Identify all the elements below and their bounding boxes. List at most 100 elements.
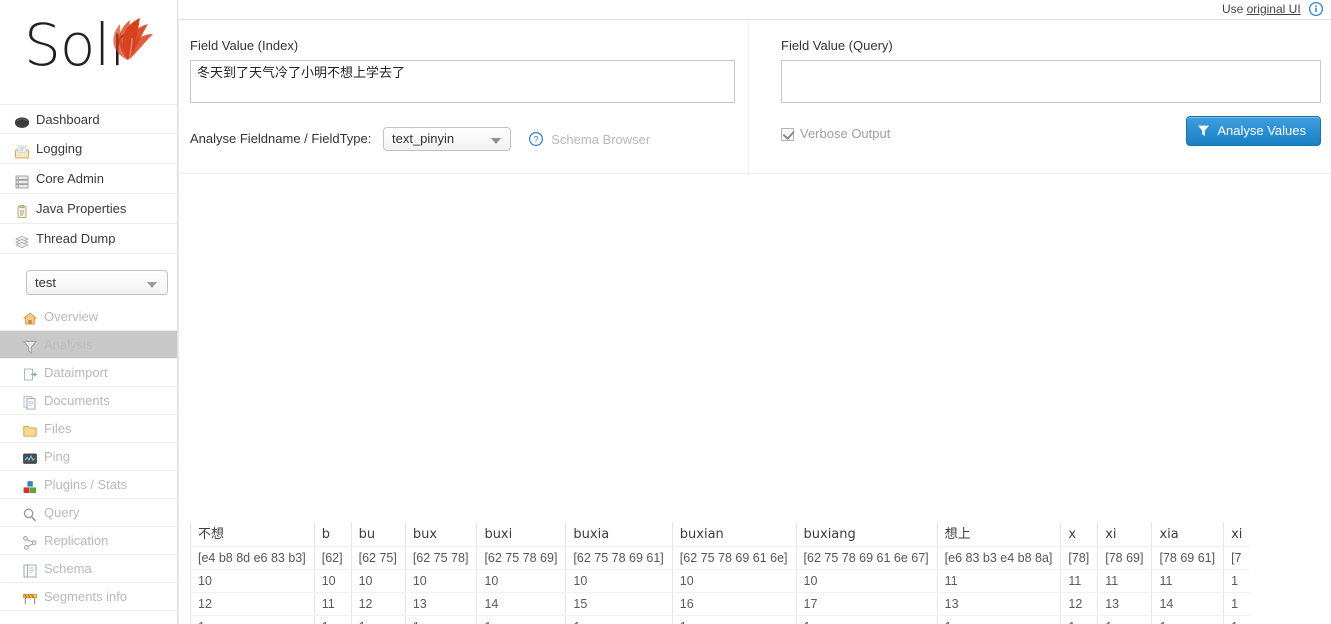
sidebar-item-query[interactable]: Query bbox=[0, 499, 177, 527]
table-row-token-start: 10 10 10 10 10 10 10 10 11 11 11 11 1 bbox=[190, 569, 1251, 593]
token-cell-hex: [7 bbox=[1223, 546, 1251, 570]
segments-info-icon bbox=[22, 589, 38, 605]
token-cell-text: xi bbox=[1223, 522, 1251, 547]
sidebar-item-overview[interactable]: Overview bbox=[0, 303, 177, 331]
sidebar-item-label: Plugins / Stats bbox=[44, 477, 128, 492]
sidebar-item-label: Replication bbox=[44, 533, 109, 548]
table-row-token-position: 1111111111111 bbox=[190, 615, 1251, 624]
sidebar-item-java-properties[interactable]: Java Properties bbox=[0, 194, 177, 224]
query-value-input[interactable] bbox=[781, 60, 1321, 103]
topbar: Use original UI bbox=[178, 0, 1331, 19]
sidebar-item-documents[interactable]: Documents bbox=[0, 387, 177, 415]
sidebar-item-replication[interactable]: Replication bbox=[0, 527, 177, 555]
chevron-down-icon bbox=[491, 138, 501, 144]
token-cell-end: 12 bbox=[350, 592, 406, 616]
verbose-output-toggle[interactable]: Verbose Output bbox=[781, 126, 890, 142]
sidebar-item-label: Documents bbox=[44, 393, 110, 408]
token-cell-hex: [62 75 78 69 61] bbox=[565, 546, 673, 570]
token-cell-start: 10 bbox=[313, 569, 352, 593]
token-cell-start: 10 bbox=[671, 569, 797, 593]
schema-browser-link[interactable]: Schema Browser bbox=[551, 132, 650, 147]
token-cell-start: 11 bbox=[936, 569, 1061, 593]
token-cell-start: 11 bbox=[1097, 569, 1152, 593]
original-ui-link[interactable]: original UI bbox=[1247, 2, 1301, 16]
core-selector-value: test bbox=[35, 275, 56, 290]
sidebar-item-segments-info[interactable]: Segments info bbox=[0, 583, 177, 611]
sidebar-item-plugins-stats[interactable]: Plugins / Stats bbox=[0, 471, 177, 499]
token-cell-position: 1 bbox=[671, 615, 797, 624]
token-cell-text: buxi bbox=[476, 522, 566, 547]
token-cell-end: 13 bbox=[936, 592, 1061, 616]
fieldtype-select[interactable]: text_pinyin bbox=[383, 127, 511, 151]
token-cell-text: buxian bbox=[671, 522, 797, 547]
sidebar-item-dashboard[interactable]: Dashboard bbox=[0, 104, 177, 134]
token-cell-position: 1 bbox=[1097, 615, 1152, 624]
token-cell-hex: [e6 83 b3 e4 b8 8a] bbox=[936, 546, 1061, 570]
token-cell-end: 13 bbox=[404, 592, 477, 616]
analyse-values-button[interactable]: Analyse Values bbox=[1186, 116, 1321, 146]
token-cell-hex: [62 75 78 69] bbox=[476, 546, 566, 570]
use-original-ui-prefix: Use bbox=[1221, 2, 1247, 16]
index-value-input[interactable] bbox=[190, 60, 735, 103]
token-cell-end: 12 bbox=[1060, 592, 1098, 616]
sidebar-item-files[interactable]: Files bbox=[0, 415, 177, 443]
dataimport-icon bbox=[22, 365, 38, 381]
table-row-token-hex: [e4 b8 8d e6 83 b3] [62] [62 75] [62 75 78]… bbox=[190, 546, 1251, 570]
brand-logo[interactable]: Solr bbox=[0, 0, 177, 104]
token-cell-position: 1 bbox=[350, 615, 406, 624]
core-selector-wrap: test bbox=[26, 270, 168, 295]
sidebar-item-label: Ping bbox=[44, 449, 71, 464]
token-cell-text: x bbox=[1060, 522, 1098, 547]
token-cell-position: 1 bbox=[1060, 615, 1098, 624]
analysis-funnel-icon bbox=[22, 337, 38, 354]
java-properties-icon bbox=[14, 201, 30, 218]
sidebar-item-thread-dump[interactable]: Thread Dump bbox=[0, 224, 177, 254]
sidebar-item-ping[interactable]: Ping bbox=[0, 443, 177, 471]
overview-home-icon bbox=[22, 309, 38, 325]
token-cell-text: 不想 bbox=[190, 522, 315, 547]
solr-admin-page: Use original UI Solr Dashboard Logging C… bbox=[0, 0, 1331, 624]
sidebar-item-label: Query bbox=[44, 505, 80, 520]
token-cell-end: 16 bbox=[671, 592, 797, 616]
svg-text:?: ? bbox=[533, 134, 538, 144]
sidebar-item-label: Dataimport bbox=[44, 365, 108, 380]
sidebar-item-label: Logging bbox=[36, 141, 83, 156]
token-cell-end: 14 bbox=[476, 592, 566, 616]
token-cell-position: 1 bbox=[476, 615, 566, 624]
token-cell-position: 1 bbox=[936, 615, 1061, 624]
help-question-icon[interactable]: ? bbox=[528, 131, 543, 147]
sidebar-item-label: Thread Dump bbox=[36, 231, 116, 246]
token-cell-hex: [62 75] bbox=[350, 546, 406, 570]
verbose-output-checkbox[interactable] bbox=[781, 128, 794, 141]
token-cell-end: 15 bbox=[565, 592, 673, 616]
sidebar-item-core-admin[interactable]: Core Admin bbox=[0, 164, 177, 194]
panel-divider bbox=[748, 20, 749, 174]
sidebar-item-logging[interactable]: Logging bbox=[0, 134, 177, 164]
info-circle-icon[interactable] bbox=[1308, 1, 1324, 17]
token-cell-end: 14 bbox=[1151, 592, 1224, 616]
sidebar-item-label: Files bbox=[44, 421, 72, 436]
sidebar-item-label: Analysis bbox=[44, 337, 93, 352]
core-selector[interactable]: test bbox=[26, 270, 168, 295]
token-cell-hex: [62 75 78] bbox=[404, 546, 477, 570]
content-area: Field Value (Index) Analyse Fieldname / … bbox=[178, 19, 1331, 624]
index-field-label: Field Value (Index) bbox=[190, 38, 299, 53]
token-cell-text: b bbox=[313, 522, 352, 547]
token-cell-start: 10 bbox=[350, 569, 406, 593]
solr-burst-icon bbox=[98, 16, 154, 64]
token-cell-end: 12 bbox=[190, 592, 315, 616]
token-table: 不想 b bu bux buxi buxia buxian buxiang 想上 x xi xia xi… bbox=[190, 522, 1251, 624]
thread-dump-stack-icon bbox=[14, 231, 30, 248]
sidebar-item-label: Schema bbox=[44, 561, 92, 576]
token-cell-start: 1 bbox=[1223, 569, 1251, 593]
token-cell-end: 11 bbox=[313, 592, 352, 616]
dashboard-icon bbox=[14, 111, 30, 128]
sidebar-item-analysis[interactable]: Analysis bbox=[0, 331, 177, 359]
sidebar-item-schema[interactable]: Schema bbox=[0, 555, 177, 583]
sidebar-item-dataimport[interactable]: Dataimport bbox=[0, 359, 177, 387]
logging-tray-icon bbox=[14, 141, 30, 158]
token-cell-hex: [e4 b8 8d e6 83 b3] bbox=[190, 546, 315, 570]
token-cell-end: 13 bbox=[1097, 592, 1152, 616]
core-admin-server-icon bbox=[14, 171, 30, 188]
token-cell-text: buxiang bbox=[795, 522, 938, 547]
